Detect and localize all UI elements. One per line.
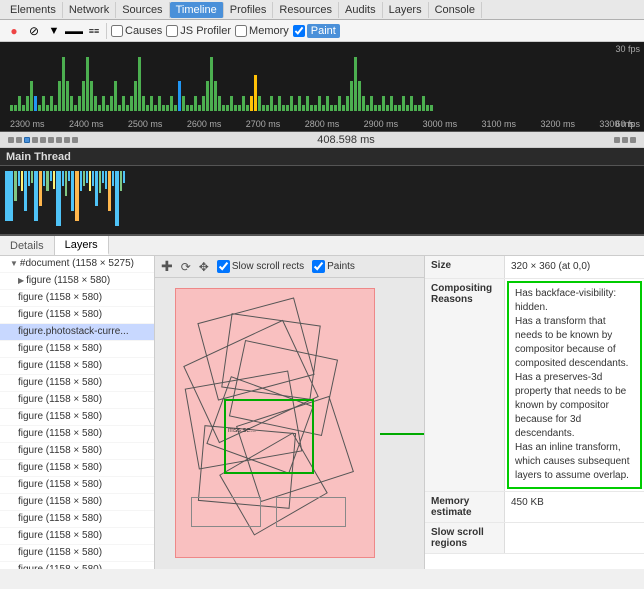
tab-sources[interactable]: Sources: [116, 2, 169, 18]
thread-bar-container: [0, 171, 644, 231]
detail-tab-bar: Details Layers: [0, 236, 644, 256]
range-handle[interactable]: [64, 137, 70, 143]
tree-item-figure-3[interactable]: figure (1158 × 580): [0, 307, 154, 324]
range-handle[interactable]: [16, 137, 22, 143]
slow-scroll-value: [505, 523, 644, 553]
compositing-key: Compositing Reasons: [425, 279, 505, 491]
slow-scroll-key: Slow scroll regions: [425, 523, 505, 553]
tree-item-figure-17[interactable]: figure (1158 × 580): [0, 545, 154, 562]
timeline-time-labels: 2300 ms 2400 ms 2500 ms 2600 ms 2700 ms …: [10, 119, 634, 129]
range-handle-left[interactable]: [8, 137, 14, 143]
tree-item-figure-16[interactable]: figure (1158 × 580): [0, 528, 154, 545]
record-button[interactable]: ●: [6, 23, 22, 39]
tree-item-document[interactable]: ▼ #document (1158 × 5275): [0, 256, 154, 273]
layer-tree-panel[interactable]: ▼ #document (1158 × 5275) ▶ figure (1158…: [0, 256, 155, 569]
memory-value: 450 KB: [505, 492, 644, 522]
tree-item-figure-8[interactable]: figure (1158 × 580): [0, 392, 154, 409]
paints-checkbox[interactable]: Paints: [312, 260, 355, 273]
range-handle[interactable]: [56, 137, 62, 143]
tree-item-figure-15[interactable]: figure (1158 × 580): [0, 511, 154, 528]
slow-scroll-checkbox[interactable]: Slow scroll rects: [217, 260, 304, 273]
range-handle[interactable]: [48, 137, 54, 143]
tree-item-figure-7[interactable]: figure (1158 × 580): [0, 375, 154, 392]
timeline-controls: ● ⊘ ▼ ▬▬ ≡≡ Causes JS Profiler Memory Pa…: [0, 20, 644, 42]
compositing-value: Has backface-visibility: hidden. Has a t…: [507, 281, 642, 489]
slow-scroll-row: Slow scroll regions: [425, 523, 644, 554]
size-value: 320 × 360 (at 0,0): [505, 256, 644, 278]
range-handle-active[interactable]: [24, 137, 30, 143]
tab-layers[interactable]: Layers: [55, 236, 109, 255]
range-right-handle[interactable]: [622, 137, 628, 143]
tab-console[interactable]: Console: [429, 2, 482, 18]
paint-checkbox[interactable]: Paint: [293, 24, 340, 38]
devtools-toolbar: Elements Network Sources Timeline Profil…: [0, 0, 644, 20]
content-area: ▼ #document (1158 × 5275) ▶ figure (1158…: [0, 256, 644, 569]
memory-row: Memory estimate 450 KB: [425, 492, 644, 523]
tab-details[interactable]: Details: [0, 236, 55, 255]
tab-timeline[interactable]: Timeline: [170, 2, 224, 18]
main-thread-header: Main Thread: [0, 148, 644, 166]
canvas-area[interactable]: mss.se... ▶: [155, 278, 424, 569]
range-handle[interactable]: [32, 137, 38, 143]
tab-resources[interactable]: Resources: [273, 2, 339, 18]
canvas-toolbar: ✚ ⟳ ✥ Slow scroll rects Paints: [155, 256, 424, 278]
properties-panel: Size 320 × 360 (at 0,0) Compositing Reas…: [424, 256, 644, 569]
bar-view-button[interactable]: ▬▬: [66, 23, 82, 39]
main-thread-visualization[interactable]: [0, 166, 644, 236]
tree-item-figure-13[interactable]: figure (1158 × 580): [0, 477, 154, 494]
tree-item-figure-2[interactable]: figure (1158 × 580): [0, 290, 154, 307]
timeline-range-bar[interactable]: 408.598 ms: [0, 132, 644, 148]
tree-item-figure-12[interactable]: figure (1158 × 580): [0, 460, 154, 477]
orbit-tool-button[interactable]: ⟳: [181, 260, 191, 274]
clear-button[interactable]: ⊘: [26, 23, 42, 39]
canvas-panel: ✚ ⟳ ✥ Slow scroll rects Paints: [155, 256, 424, 569]
size-key: Size: [425, 256, 505, 278]
selection-arrow: ▶: [380, 433, 424, 435]
range-handle[interactable]: [72, 137, 78, 143]
tree-item-figure-5[interactable]: figure (1158 × 580): [0, 341, 154, 358]
size-row: Size 320 × 360 (at 0,0): [425, 256, 644, 279]
memory-key: Memory estimate: [425, 492, 505, 522]
tree-item-figure-1[interactable]: ▶ figure (1158 × 580): [0, 273, 154, 290]
compositing-reasons-row: Compositing Reasons Has backface-visibil…: [425, 279, 644, 492]
detail-view-button[interactable]: ≡≡: [86, 23, 102, 39]
range-handle[interactable]: [40, 137, 46, 143]
tab-profiles[interactable]: Profiles: [224, 2, 274, 18]
tree-item-figure-10[interactable]: figure (1158 × 580): [0, 426, 154, 443]
tree-item-figure-14[interactable]: figure (1158 × 580): [0, 494, 154, 511]
range-right-handle[interactable]: [614, 137, 620, 143]
filter-button[interactable]: ▼: [46, 23, 62, 39]
tab-audits[interactable]: Audits: [339, 2, 383, 18]
causes-checkbox[interactable]: Causes: [111, 25, 162, 37]
tree-item-figure-9[interactable]: figure (1158 × 580): [0, 409, 154, 426]
pan-tool-button[interactable]: ✚: [161, 258, 173, 275]
timeline-chart[interactable]: 30 fps 60 fps: [0, 42, 644, 132]
memory-checkbox[interactable]: Memory: [235, 25, 289, 37]
tab-elements[interactable]: Elements: [4, 2, 63, 18]
tree-item-figure-11[interactable]: figure (1158 × 580): [0, 443, 154, 460]
tab-network[interactable]: Network: [63, 2, 116, 18]
layer-canvas: mss.se...: [175, 288, 375, 558]
tree-item-figure-18[interactable]: figure (1158 × 580): [0, 562, 154, 569]
range-duration: 408.598 ms: [82, 134, 610, 146]
range-right-handle[interactable]: [630, 137, 636, 143]
tab-layers[interactable]: Layers: [383, 2, 429, 18]
selected-layer-rect: [224, 399, 314, 474]
tree-item-photostack[interactable]: figure.photostack-curre...: [0, 324, 154, 341]
timeline-bars: [10, 51, 634, 111]
js-profiler-checkbox[interactable]: JS Profiler: [166, 25, 231, 37]
move-tool-button[interactable]: ✥: [199, 260, 209, 274]
tree-item-figure-6[interactable]: figure (1158 × 580): [0, 358, 154, 375]
